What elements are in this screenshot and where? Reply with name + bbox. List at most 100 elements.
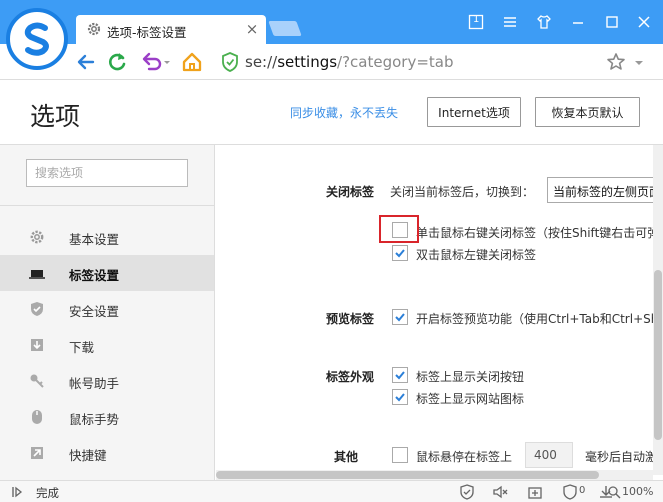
navigation-bar: se://settings/?category=tab (0, 44, 663, 80)
sidebar-item-account[interactable]: 帐号助手 (0, 363, 214, 399)
checkmark-icon (395, 249, 405, 258)
vertical-scroll-thumb[interactable] (654, 270, 662, 440)
tab-icon (29, 265, 45, 281)
sidebar-item-download[interactable]: 下载 (0, 327, 214, 363)
gear-icon (29, 229, 45, 245)
sidebar-item-label: 快捷键 (69, 448, 107, 463)
sogou-browser-logo[interactable] (6, 8, 68, 70)
adblock-icon[interactable]: 0 (562, 484, 588, 500)
address-dropdown-button[interactable] (630, 50, 648, 74)
tab-title: 选项-标签设置 (107, 25, 187, 40)
undo-icon (142, 52, 170, 71)
undo-close-button[interactable] (140, 50, 172, 74)
page-header: 选项 同步收藏，永不丢失 Internet选项 恢复本页默认 (0, 81, 663, 145)
tab-close-button[interactable]: × (242, 19, 262, 39)
sidebar-item-security[interactable]: 安全设置 (0, 291, 214, 327)
close-tab-section-label: 关闭标签 (325, 185, 374, 199)
screenshot-icon[interactable] (527, 484, 543, 500)
key-icon (29, 373, 45, 389)
tab-appearance-section-label: 标签外观 (325, 370, 374, 384)
status-text: 完成 (36, 486, 59, 500)
other-section-label: 其他 (333, 450, 358, 464)
back-button[interactable] (74, 50, 98, 74)
switch-after-close-select[interactable]: 当前标签的左侧页面 (547, 177, 653, 203)
refresh-icon (109, 53, 126, 71)
tab-count-button[interactable]: 1 (462, 8, 490, 36)
show-close-button-checkbox[interactable] (392, 367, 408, 383)
tab-count-label: 1 (473, 14, 480, 25)
checkmark-icon (395, 371, 405, 380)
highlight-box (379, 215, 419, 243)
favorite-button[interactable] (604, 50, 628, 74)
shield-check-icon (29, 301, 45, 317)
vertical-scrollbar[interactable] (653, 145, 663, 475)
arrow-shortcut-icon (29, 445, 45, 461)
zoom-level[interactable]: 100% (622, 485, 653, 498)
tab-preview-checkbox[interactable] (392, 309, 408, 325)
sidebar-item-label: 基本设置 (69, 232, 120, 247)
sidebar-divider (0, 205, 214, 206)
new-tab-button[interactable] (268, 21, 302, 36)
mouse-icon (29, 409, 45, 425)
menu-button[interactable] (496, 8, 524, 36)
mute-icon[interactable] (492, 484, 508, 500)
tab-preview-label: 开启标签预览功能（使用Ctrl+Tab和Ctrl+Sh (416, 312, 653, 326)
status-bar: 完成 0 100% (0, 480, 663, 502)
back-arrow-icon (77, 54, 95, 70)
home-button[interactable] (180, 50, 204, 74)
sidebar-item-basic[interactable]: 基本设置 (0, 219, 214, 255)
horizontal-scrollbar[interactable] (216, 470, 653, 480)
download-icon (29, 337, 45, 353)
hover-activate-checkbox[interactable] (392, 447, 408, 463)
sidebar-item-label: 帐号助手 (69, 376, 120, 391)
sidebar-item-shortcuts[interactable]: 快捷键 (0, 435, 214, 471)
skin-button[interactable] (530, 8, 558, 36)
maximize-button[interactable] (598, 8, 626, 36)
switch-after-close-value: 当前标签的左侧页面 (553, 185, 653, 199)
title-bar: 选项-标签设置 × 1 (0, 0, 663, 44)
sidebar-item-mouse-gesture[interactable]: 鼠标手势 (0, 399, 214, 435)
sidebar-toggle-icon[interactable] (10, 484, 26, 500)
hover-activate-label: 鼠标悬停在标签上 (416, 450, 513, 464)
logo-icon (24, 22, 49, 56)
show-close-button-label: 标签上显示关闭按钮 (416, 370, 525, 384)
right-click-close-label: 单击鼠标右键关闭标签（按住Shift键右击可弹 (416, 226, 653, 240)
double-click-close-checkbox[interactable] (392, 245, 408, 261)
sidebar: 基本设置 标签设置 安全设置 下载 帐号助手 鼠标手势 快捷键 (0, 145, 215, 480)
sidebar-item-label: 安全设置 (69, 304, 120, 319)
hover-delay-input[interactable]: 400 (525, 442, 573, 468)
zoom-icon[interactable] (607, 485, 621, 499)
chevron-down-icon (635, 61, 643, 65)
shield-icon (222, 52, 238, 72)
show-site-icon-label: 标签上显示网站图标 (416, 392, 525, 406)
preview-tab-section-label: 预览标签 (325, 312, 374, 326)
hover-delay-suffix: 毫秒后自动激 (585, 450, 653, 464)
hover-delay-value: 400 (534, 448, 557, 462)
security-shield-icon[interactable] (459, 484, 475, 500)
settings-content: 关闭标签 关闭当前标签后，切换到： 当前标签的左侧页面 单击鼠标右键关闭标签（按… (216, 145, 653, 470)
checkmark-icon (395, 313, 405, 322)
tab-settings[interactable]: 选项-标签设置 × (76, 15, 266, 44)
internet-options-button[interactable]: Internet选项 (427, 97, 521, 127)
adblock-count: 0 (579, 485, 586, 496)
search-input[interactable] (26, 159, 188, 187)
close-button[interactable] (630, 8, 658, 36)
horizontal-scroll-thumb[interactable] (216, 471, 599, 479)
switch-after-close-label: 关闭当前标签后，切换到： (390, 185, 535, 199)
sidebar-item-label: 下载 (69, 340, 95, 355)
star-icon (607, 53, 625, 70)
sidebar-item-tabs[interactable]: 标签设置 (0, 255, 214, 291)
menu-icon (504, 17, 516, 27)
restore-defaults-button[interactable]: 恢复本页默认 (535, 97, 640, 127)
checkmark-icon (395, 393, 405, 402)
sync-link[interactable]: 同步收藏，永不丢失 (290, 104, 398, 121)
refresh-button[interactable] (105, 50, 129, 74)
shirt-icon (537, 15, 551, 29)
address-bar[interactable]: se://settings/?category=tab (218, 49, 598, 75)
minimize-button[interactable] (564, 8, 592, 36)
maximize-icon (606, 16, 618, 28)
page-title: 选项 (30, 102, 81, 131)
minimize-icon (573, 22, 583, 24)
double-click-close-label: 双击鼠标左键关闭标签 (416, 248, 537, 262)
show-site-icon-checkbox[interactable] (392, 389, 408, 405)
